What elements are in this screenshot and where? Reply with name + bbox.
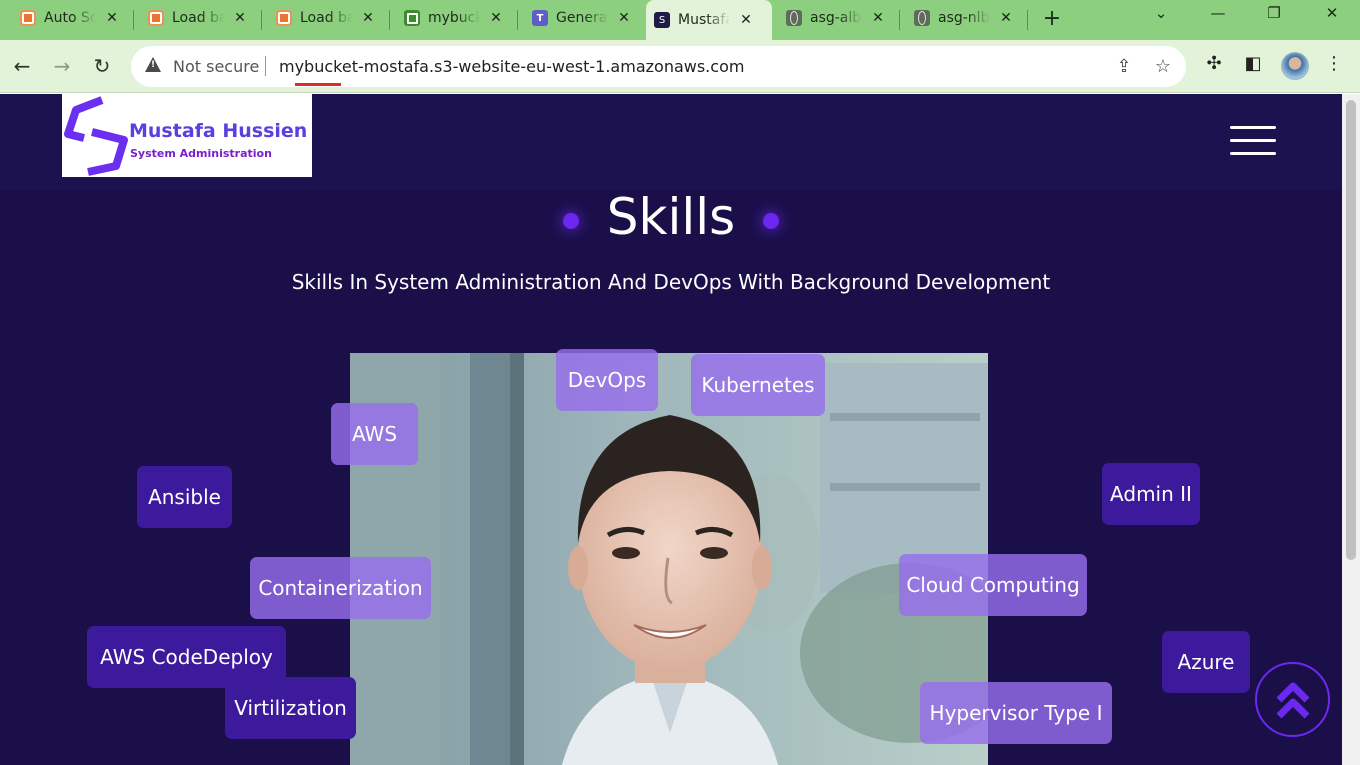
aws-icon xyxy=(20,10,36,26)
s3-icon xyxy=(404,10,420,26)
tab-asg-nlb[interactable]: asg-nlb ✕ xyxy=(906,4,1022,32)
tab-separator xyxy=(261,10,262,30)
scrollbar-thumb[interactable] xyxy=(1346,100,1356,560)
tab-separator xyxy=(1027,10,1028,30)
skill-chip-hypervisor-type-i: Hypervisor Type I xyxy=(920,682,1112,744)
tab-mustafa-active[interactable]: S Mustafa Hussien ✕ xyxy=(646,0,772,40)
security-label[interactable]: Not secure xyxy=(173,57,259,76)
close-icon[interactable]: ✕ xyxy=(360,10,376,26)
globe-icon xyxy=(914,10,930,26)
tab-title: Load balancers xyxy=(300,10,352,26)
tab-load-balancers-2[interactable]: Load balancers ✕ xyxy=(268,4,384,32)
address-bar[interactable]: Not secure mybucket-mostafa.s3-website-e… xyxy=(131,46,1186,87)
site-icon: S xyxy=(654,12,670,28)
tab-mybucket[interactable]: mybucket-mostafa ✕ xyxy=(396,4,512,32)
kebab-menu-icon[interactable]: ⋮ xyxy=(1322,53,1346,74)
url-text[interactable]: mybucket-mostafa.s3-website-eu-west-1.am… xyxy=(279,57,744,76)
new-tab-button[interactable]: + xyxy=(1040,6,1064,31)
scroll-to-top-button[interactable] xyxy=(1255,662,1330,737)
section-title: Skills xyxy=(562,188,780,246)
double-chevron-up-icon xyxy=(1276,682,1309,718)
tab-load-balancers-1[interactable]: Load balancers ✕ xyxy=(140,4,256,32)
close-icon[interactable]: ✕ xyxy=(232,10,248,26)
skill-chip-devops: DevOps xyxy=(556,349,658,411)
skill-chip-admin-ii: Admin II xyxy=(1102,463,1200,525)
tab-title: Mustafa Hussien xyxy=(678,12,730,28)
browser-toolbar: ← → ↻ Not secure mybucket-mostafa.s3-web… xyxy=(0,40,1360,93)
tab-separator xyxy=(517,10,518,30)
tab-asg-alb[interactable]: asg-alb ✕ xyxy=(778,4,894,32)
close-icon[interactable]: ✕ xyxy=(870,10,886,26)
logo-mark-icon xyxy=(64,96,128,176)
skill-chip-virtilization: Virtilization xyxy=(225,677,356,739)
tab-separator xyxy=(899,10,900,30)
close-icon[interactable]: ✕ xyxy=(488,10,504,26)
tab-separator xyxy=(133,10,134,30)
close-icon[interactable]: ✕ xyxy=(616,10,632,26)
site-logo[interactable]: Mustafa Hussien System Administration xyxy=(62,94,312,177)
tab-title: Load balancers xyxy=(172,10,224,26)
skill-chip-cloud-computing: Cloud Computing xyxy=(899,554,1087,616)
minimize-icon[interactable]: — xyxy=(1203,4,1233,22)
close-icon[interactable]: ✕ xyxy=(738,12,754,28)
restore-icon[interactable]: ❐ xyxy=(1259,4,1289,22)
globe-icon xyxy=(786,10,802,26)
aws-icon xyxy=(276,10,292,26)
side-panel-icon[interactable]: ◧ xyxy=(1241,53,1265,74)
close-icon[interactable]: ✕ xyxy=(998,10,1014,26)
teams-icon: T xyxy=(532,10,548,26)
tab-auto-scaling[interactable]: Auto Scaling groups ✕ xyxy=(12,4,128,32)
logo-subtitle: System Administration xyxy=(130,147,272,160)
site-header: Mustafa Hussien System Administration xyxy=(0,94,1342,190)
skill-chip-azure: Azure xyxy=(1162,631,1250,693)
window-close-icon[interactable]: ✕ xyxy=(1317,4,1347,22)
profile-avatar[interactable] xyxy=(1281,52,1309,80)
back-arrow-icon[interactable]: ← xyxy=(10,54,34,78)
forward-arrow-icon[interactable]: → xyxy=(50,54,74,78)
tab-title: General xyxy=(556,10,608,26)
tab-title: Auto Scaling groups xyxy=(44,10,96,26)
tab-separator xyxy=(389,10,390,30)
tab-title: asg-nlb xyxy=(938,10,990,26)
skill-chip-containerization: Containerization xyxy=(250,557,431,619)
share-icon[interactable]: ⇪ xyxy=(1113,56,1135,77)
section-subtitle: Skills In System Administration And DevO… xyxy=(291,270,1051,294)
page-scrollbar[interactable] xyxy=(1342,94,1360,765)
section-title-wrap: Skills xyxy=(0,188,1342,246)
omnibox-divider xyxy=(265,56,266,76)
extensions-puzzle-icon[interactable]: ✣ xyxy=(1202,53,1226,74)
web-page: Mustafa Hussien System Administration Sk… xyxy=(0,94,1342,765)
bookmark-star-icon[interactable]: ☆ xyxy=(1152,56,1174,77)
tab-teams-general[interactable]: T General ✕ xyxy=(524,4,640,32)
logo-name: Mustafa Hussien xyxy=(129,120,308,142)
warning-icon[interactable] xyxy=(145,57,161,72)
tab-search-chevron-icon[interactable]: ⌄ xyxy=(1146,4,1176,22)
spellcheck-underline xyxy=(295,83,341,86)
tab-title: mybucket-mostafa xyxy=(428,10,480,26)
browser-tab-strip: Auto Scaling groups ✕ Load balancers ✕ L… xyxy=(0,0,1360,40)
close-icon[interactable]: ✕ xyxy=(104,10,120,26)
tab-title: asg-alb xyxy=(810,10,862,26)
profile-photo xyxy=(350,353,988,765)
skill-chip-kubernetes: Kubernetes xyxy=(691,354,825,416)
skill-chip-ansible: Ansible xyxy=(137,466,232,528)
hamburger-menu-icon[interactable] xyxy=(1230,126,1276,156)
reload-icon[interactable]: ↻ xyxy=(90,54,114,78)
aws-icon xyxy=(148,10,164,26)
skill-chip-aws: AWS xyxy=(331,403,418,465)
